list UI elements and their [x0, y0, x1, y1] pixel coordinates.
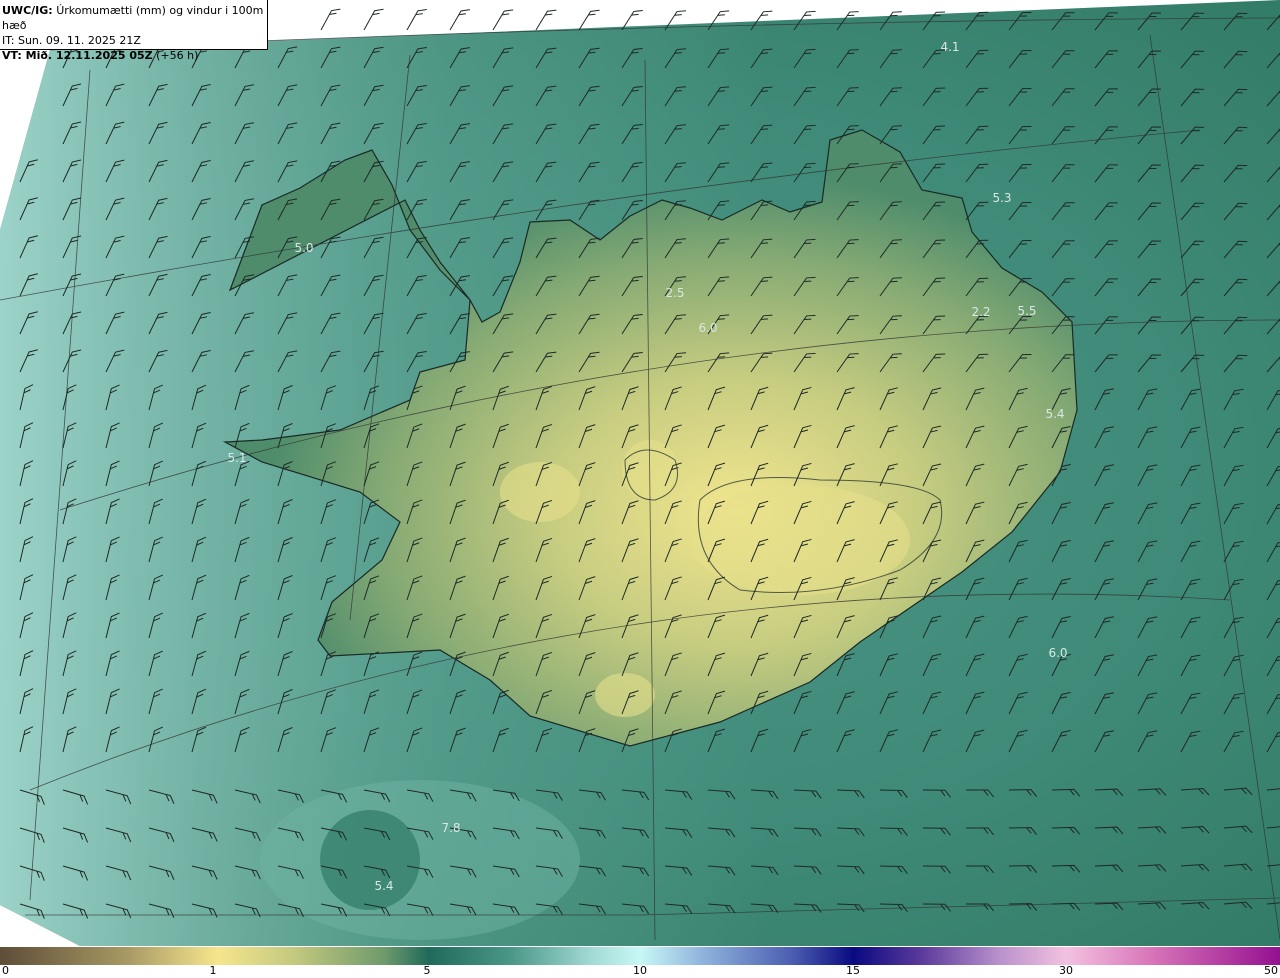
map-value-label: 7.8: [441, 821, 461, 835]
map-value-label: 5.0: [294, 241, 314, 255]
initial-time: IT: Sun. 09. 11. 2025 21Z: [2, 34, 141, 47]
precipitation-colorbar: [0, 947, 1280, 965]
forecast-offset: (+56 h): [156, 49, 199, 62]
map-value-label: 2.2: [971, 305, 991, 319]
precipitation-wind-map: [0, 0, 1280, 946]
colorbar-tick: 15: [846, 964, 860, 977]
valid-time: VT: Mið. 12.11.2025 05Z: [2, 49, 153, 62]
map-value-label: 5.3: [992, 191, 1012, 205]
map-value-label: 5.4: [1045, 407, 1065, 421]
wind-barb: [578, 9, 600, 31]
map-value-label: 6.0: [698, 321, 718, 335]
wind-barb: [449, 9, 471, 31]
wind-barb: [363, 8, 384, 31]
map-value-label: 6.0: [1048, 646, 1068, 660]
wind-barb: [320, 8, 341, 31]
map-value-label: 4.1: [940, 40, 960, 54]
wind-barb: [535, 9, 557, 31]
map-value-label: 5.4: [374, 879, 394, 893]
wind-barb: [406, 8, 427, 31]
map-title-box: UWC/IG: Úrkomumætti (mm) og vindur i 100…: [0, 0, 268, 62]
wind-barb: [492, 9, 514, 31]
colorbar-tick: 1: [209, 964, 217, 977]
map-value-label: 2.5: [665, 286, 685, 300]
colorbar-tick: 30: [1059, 964, 1073, 977]
colorbar-tick: 50: [1264, 964, 1278, 977]
map-value-label: 5.1: [227, 451, 247, 465]
colorbar-tick: 0: [2, 964, 9, 977]
colorbar-tick: 10: [633, 964, 647, 977]
colorbar-tick: 5: [423, 964, 431, 977]
map-value-label: 5.5: [1017, 304, 1037, 318]
model-name: UWC/IG:: [2, 4, 53, 17]
